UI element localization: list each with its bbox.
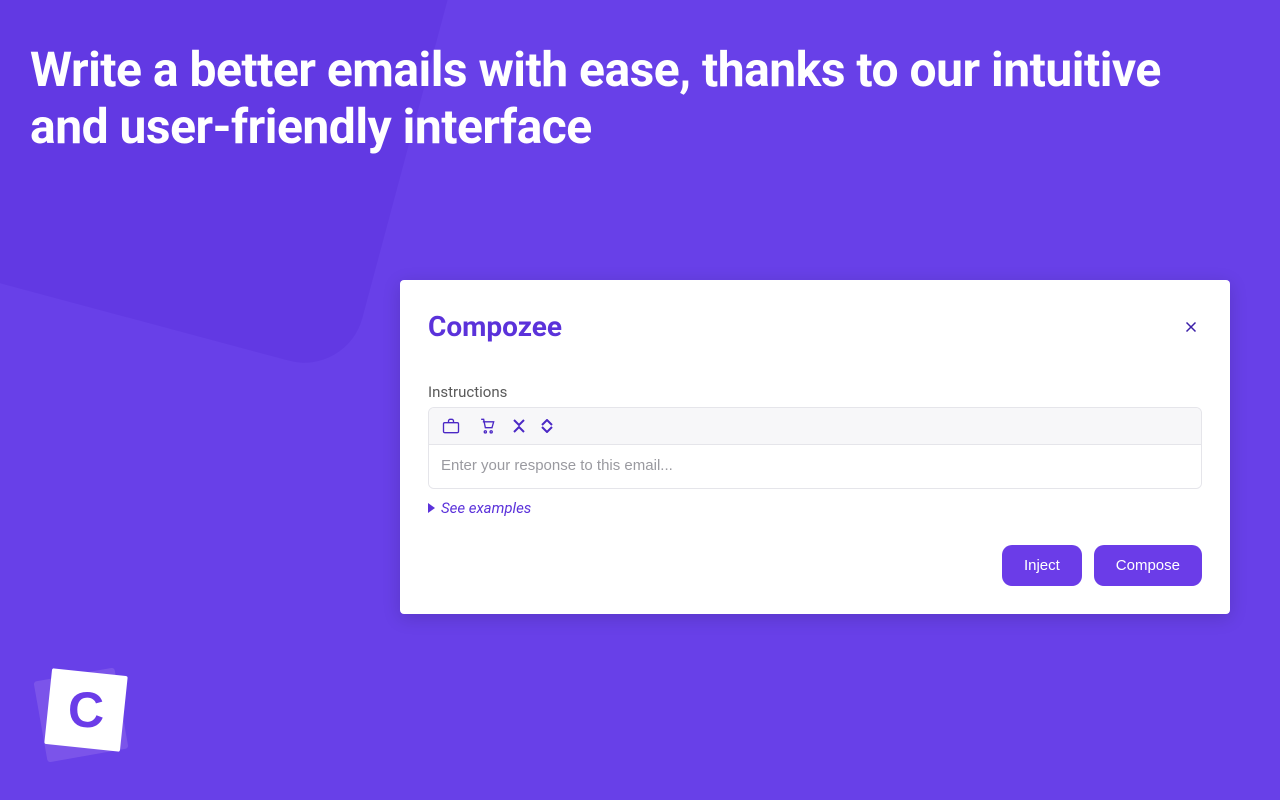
briefcase-icon[interactable] [441,416,461,436]
cart-icon[interactable] [477,416,497,436]
disclosure-triangle-icon [428,503,435,513]
logo-front-tile: C [44,668,128,752]
formatting-toolbar [429,408,1201,445]
logo-letter: C [68,681,104,739]
instruction-input-group [428,407,1202,489]
compose-card: Compozee Instructions See exampl [400,280,1230,614]
see-examples-label: See examples [441,499,531,517]
card-title: Compozee [428,310,562,343]
compose-button[interactable]: Compose [1094,545,1202,586]
collapse-toggle[interactable] [513,419,525,433]
expand-toggle[interactable] [541,419,553,433]
action-row: Inject Compose [428,545,1202,586]
close-icon [1182,318,1200,336]
card-header: Compozee [428,310,1202,343]
inject-button[interactable]: Inject [1002,545,1082,586]
instructions-label: Instructions [428,383,1202,401]
brand-logo: C [34,664,134,764]
hero-headline: Write a better emails with ease, thanks … [30,42,1220,155]
see-examples-toggle[interactable]: See examples [428,499,1202,517]
close-button[interactable] [1180,316,1202,338]
response-input[interactable] [429,445,1201,488]
